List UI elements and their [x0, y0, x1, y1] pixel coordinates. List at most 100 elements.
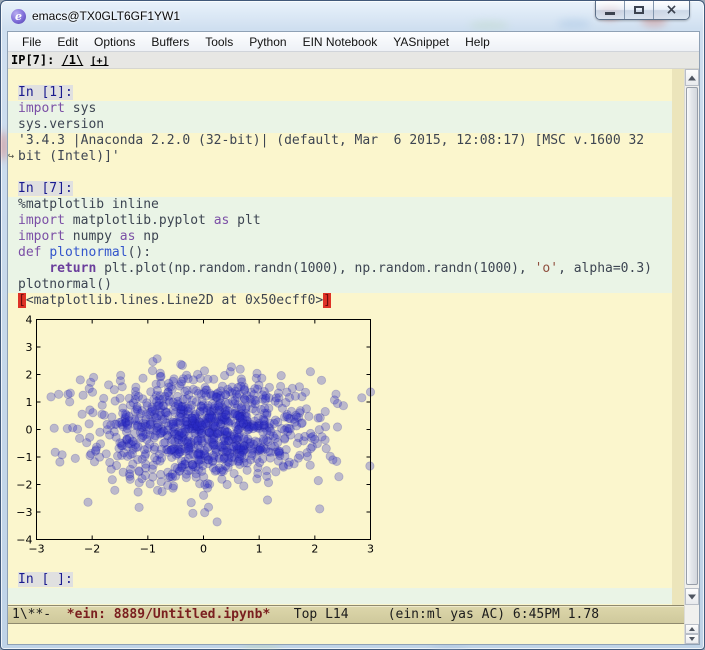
- frame-client-area: File Edit Options Buffers Tools Python EIN Not…: [7, 31, 700, 645]
- header-spacer: [83, 53, 90, 67]
- menu-item-file[interactable]: File: [14, 35, 49, 49]
- title-bar[interactable]: e emacs@TX0GLT6GF1YW1 ×: [1, 1, 704, 31]
- svg-text:−3: −3: [16, 506, 32, 519]
- code-token-kw: import: [18, 213, 65, 228]
- scroll-up-icon: [688, 75, 696, 80]
- window-caption-buttons: ×: [595, 1, 690, 20]
- output-line[interactable]: '3.4.3 |Anaconda 2.2.0 (32-bit)| (defaul…: [8, 133, 672, 149]
- modeline-buffer-name: *ein: 8889/Untitled.ipynb*: [66, 607, 271, 622]
- menu-item-buffers[interactable]: Buffers: [143, 35, 197, 49]
- cell-prompt-line[interactable]: In [7]:: [8, 181, 672, 197]
- modeline-status: Top L14 (ein:ml yas AC) 6:45PM 1.78: [270, 607, 600, 622]
- input-line[interactable]: import numpy as np: [8, 229, 672, 245]
- mode-line: 1\**- *ein: 8889/Untitled.ipynb* Top L14…: [8, 605, 684, 624]
- blank-line[interactable]: [8, 556, 672, 572]
- svg-text:−4: −4: [16, 534, 32, 547]
- close-button[interactable]: ×: [654, 1, 689, 19]
- minibuffer-scroll-up-button[interactable]: [685, 624, 699, 634]
- new-tab-link[interactable]: [+]: [91, 56, 109, 67]
- cells-top: In [1]: import sys sys.version '3.4.3 |Anac…: [8, 69, 672, 309]
- cell-prompt: In [ ]:: [18, 572, 73, 587]
- svg-text:2: 2: [311, 543, 318, 556]
- input-line[interactable]: plotnormal(): [8, 277, 672, 293]
- menu-bar: File Edit Options Buffers Tools Python EIN Not…: [8, 32, 699, 52]
- code-token-brk: ]: [323, 293, 332, 308]
- window-title: emacs@TX0GLT6GF1YW1: [32, 9, 180, 23]
- close-icon: ×: [665, 2, 678, 18]
- svg-text:0: 0: [200, 543, 207, 556]
- svg-text:2: 2: [26, 369, 33, 382]
- svg-text:3: 3: [26, 341, 33, 354]
- minibuffer-scroll-down-button[interactable]: [685, 634, 699, 644]
- input-line[interactable]: import matplotlib.pyplot as plt: [8, 213, 672, 229]
- scroll-down-icon: [688, 594, 696, 599]
- input-line[interactable]: sys.version: [8, 117, 672, 133]
- code-token-txt: , alpha=0.3): [558, 261, 652, 276]
- blank-line[interactable]: [8, 165, 672, 181]
- menu-item-edit[interactable]: Edit: [49, 35, 86, 49]
- minibuffer-scrollbar[interactable]: [684, 624, 699, 644]
- code-token-kw: import: [18, 229, 65, 244]
- menu-item-options[interactable]: Options: [86, 35, 143, 49]
- notebook-buffer[interactable]: In [1]: import sys sys.version '3.4.3 |Anac…: [8, 69, 672, 605]
- code-token-txt: <matplotlib.lines.Line2D at 0x50ecff0>: [25, 293, 324, 308]
- menu-item-python[interactable]: Python: [241, 35, 294, 49]
- header-line: IP[7]: /1\ [+]: [8, 52, 699, 69]
- scroll-up-button[interactable]: [685, 69, 699, 86]
- output-line[interactable]: bit (Intel)]' ↪: [8, 149, 672, 165]
- mode-line-row: 1\**- *ein: 8889/Untitled.ipynb* Top L14…: [8, 605, 699, 624]
- code-token-kw: def: [18, 245, 42, 260]
- code-token-txt: plt.plot(np.random.randn(1000), np.rando…: [96, 261, 535, 276]
- blank-line[interactable]: [8, 69, 672, 85]
- svg-text:−2: −2: [16, 479, 32, 492]
- code-token-txt: ():: [127, 245, 152, 260]
- vertical-scrollbar[interactable]: [684, 69, 699, 605]
- code-token-txt: bit (Intel)]': [18, 149, 120, 164]
- cell-prompt: In [1]:: [18, 85, 73, 100]
- code-token-brk: [: [18, 293, 26, 308]
- cell-prompt-line[interactable]: In [1]:: [8, 85, 672, 101]
- code-token-txt: sys.version: [18, 117, 105, 132]
- input-line[interactable]: return plt.plot(np.random.randn(1000), n…: [8, 261, 672, 277]
- code-token-txt: matplotlib.pyplot: [64, 213, 214, 228]
- minibuffer[interactable]: [8, 624, 684, 644]
- svg-text:4: 4: [26, 314, 33, 327]
- cell-prompt-line[interactable]: In [ ]:: [8, 572, 672, 588]
- minibuffer-row: [8, 624, 699, 644]
- input-line[interactable]: def plotnormal():: [8, 245, 672, 261]
- menu-item-yasnippet[interactable]: YASnippet: [385, 35, 457, 49]
- scroll-down-button[interactable]: [685, 588, 699, 605]
- svg-text:3: 3: [367, 543, 374, 556]
- minibuffer-scroll-down-icon: [689, 637, 695, 641]
- emacs-window: e emacs@TX0GLT6GF1YW1 × File Edit Options B…: [0, 0, 705, 650]
- input-line[interactable]: [8, 588, 672, 604]
- svg-text:1: 1: [26, 396, 33, 409]
- emacs-app-icon: e: [11, 8, 26, 24]
- scatter-plot-svg: −3 −2 −1 0 1 2 3−4−3−2−101234: [16, 314, 376, 556]
- cell-prompt: In [7]:: [18, 181, 73, 196]
- svg-text:1: 1: [256, 543, 263, 556]
- cells-bottom: In [ ]:: [8, 556, 672, 604]
- code-token-txt: numpy: [64, 229, 120, 244]
- input-line[interactable]: %matplotlib inline: [8, 197, 672, 213]
- notebook-window: In [1]: import sys sys.version '3.4.3 |Anac…: [8, 69, 699, 605]
- minimize-button[interactable]: [596, 1, 625, 19]
- input-line[interactable]: import sys: [8, 101, 672, 117]
- code-token-kw: as: [119, 229, 136, 244]
- notebook-tab-link[interactable]: /1\: [62, 53, 84, 67]
- output-line[interactable]: [<matplotlib.lines.Line2D at 0x50ecff0>]: [8, 293, 672, 309]
- code-token-kw: import: [18, 101, 65, 116]
- code-token-kwb: return: [49, 261, 97, 276]
- maximize-button[interactable]: [625, 1, 654, 19]
- scrollbar-track[interactable]: [685, 87, 699, 587]
- code-token-txt: np: [135, 229, 159, 244]
- scrollbar-thumb[interactable]: [686, 87, 698, 585]
- menu-item-help[interactable]: Help: [457, 35, 498, 49]
- line-wrap-icon: ↪: [8, 151, 15, 162]
- svg-text:−1: −1: [16, 451, 32, 464]
- modeline-coding: 1\**-: [12, 607, 67, 622]
- right-fringe: [672, 69, 684, 605]
- menu-item-ein-notebook[interactable]: EIN Notebook: [295, 35, 386, 49]
- menu-item-tools[interactable]: Tools: [197, 35, 241, 49]
